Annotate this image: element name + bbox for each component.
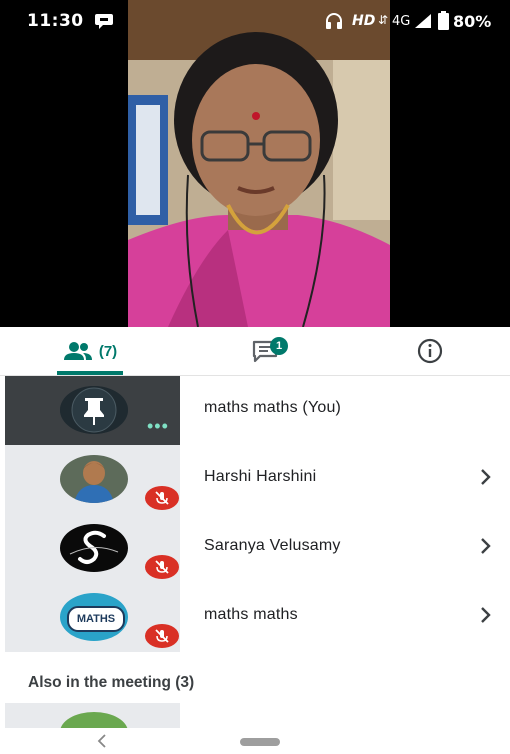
headphones-icon bbox=[325, 12, 343, 34]
avatar bbox=[60, 524, 128, 572]
chevron-right-icon[interactable] bbox=[478, 603, 494, 627]
participant-row-harshi[interactable]: Harshi Harshini bbox=[0, 445, 510, 514]
hd-label: HD bbox=[352, 13, 376, 29]
home-pill-icon[interactable] bbox=[240, 738, 280, 746]
participant-name: Harshi Harshini bbox=[204, 468, 317, 485]
participant-tile bbox=[5, 445, 180, 514]
signal-icon bbox=[414, 13, 432, 33]
more-options-icon[interactable]: ••• bbox=[147, 417, 169, 435]
system-nav-bar bbox=[0, 728, 510, 753]
participant-name: maths maths (You) bbox=[204, 399, 342, 416]
network-label: 4G bbox=[392, 14, 411, 29]
participant-tile: MATHS bbox=[5, 583, 180, 652]
avatar bbox=[60, 455, 128, 503]
participant-row-saranya[interactable]: Saranya Velusamy bbox=[0, 514, 510, 583]
chat-unread-badge: 1 bbox=[270, 337, 288, 355]
chevron-right-icon[interactable] bbox=[478, 465, 494, 489]
tab-info[interactable] bbox=[400, 327, 460, 375]
avatar: MATHS bbox=[60, 593, 128, 641]
participant-tile-partial[interactable] bbox=[5, 703, 180, 728]
maths-logo-text: MATHS bbox=[76, 613, 116, 625]
back-icon[interactable] bbox=[96, 733, 108, 754]
chat-bubble-icon bbox=[94, 12, 114, 34]
data-arrows-icon: ⇵ bbox=[378, 13, 389, 27]
status-bar: 11:30 HD ⇵ 4G 80% bbox=[0, 0, 510, 44]
info-icon bbox=[417, 338, 443, 364]
maths-logo: MATHS bbox=[67, 606, 125, 632]
main-video[interactable]: 11:30 HD ⇵ 4G 80% bbox=[0, 0, 510, 327]
people-icon bbox=[63, 341, 93, 361]
avatar bbox=[60, 386, 128, 434]
participant-row-maths[interactable]: MATHS maths maths bbox=[0, 583, 510, 652]
also-in-meeting-heading: Also in the meeting (3) bbox=[28, 674, 195, 691]
chevron-right-icon[interactable] bbox=[478, 534, 494, 558]
tab-active-indicator bbox=[57, 371, 123, 375]
participant-tile bbox=[5, 514, 180, 583]
mic-off-icon bbox=[145, 486, 179, 510]
tab-bar: (7) 1 bbox=[0, 327, 510, 376]
participant-row-self[interactable]: ••• maths maths (You) bbox=[0, 376, 510, 445]
battery-icon bbox=[438, 11, 449, 34]
tab-chat[interactable]: 1 bbox=[230, 327, 300, 375]
mic-off-icon bbox=[145, 624, 179, 648]
participant-name: maths maths bbox=[204, 606, 298, 623]
battery-label: 80% bbox=[453, 12, 492, 31]
participant-name: Saranya Velusamy bbox=[204, 537, 341, 554]
status-time: 11:30 bbox=[27, 11, 84, 31]
tab-people[interactable]: (7) bbox=[40, 327, 140, 375]
speaker-video-frame bbox=[128, 0, 390, 327]
people-count: (7) bbox=[98, 342, 118, 360]
participant-tile: ••• bbox=[5, 376, 180, 445]
mic-off-icon bbox=[145, 555, 179, 579]
avatar bbox=[60, 712, 128, 728]
speaker-video-image bbox=[128, 0, 390, 327]
